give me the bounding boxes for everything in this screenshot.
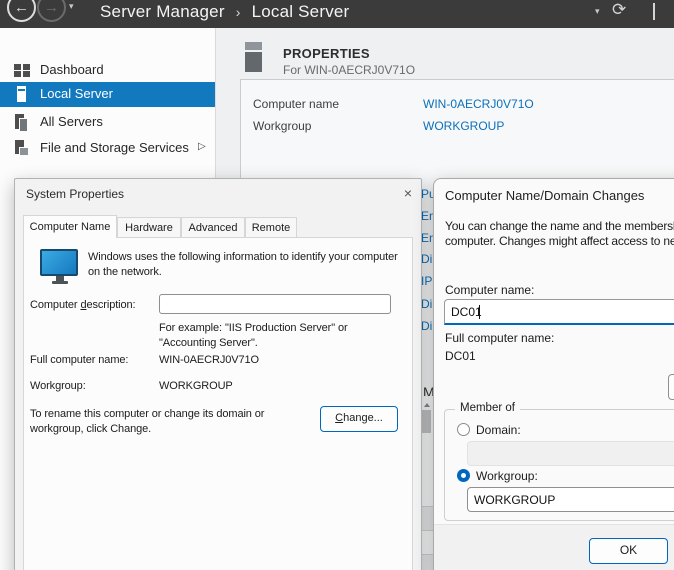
- notifications-flag-icon[interactable]: [653, 3, 655, 20]
- tab-remote[interactable]: Remote: [245, 217, 297, 238]
- dialog-title: Computer Name/Domain Changes: [445, 188, 644, 203]
- computer-name-label: Computer name:: [445, 283, 534, 297]
- properties-heading: PROPERTIES: [283, 46, 370, 61]
- all-servers-icon: [14, 114, 31, 130]
- computer-name-tab-page: Windows uses the following information t…: [23, 237, 413, 570]
- dialog-body-text: computer. Changes might affect access to…: [445, 234, 674, 248]
- workgroup-label: Workgroup:: [476, 469, 538, 483]
- change-button[interactable]: Change...: [320, 406, 398, 432]
- computer-name-link[interactable]: WIN-0AECRJ0V71O: [423, 97, 534, 111]
- property-label: Workgroup: [253, 119, 311, 133]
- page-title: Local Server: [252, 2, 350, 21]
- dashboard-icon: [14, 62, 31, 78]
- clipped-row: [420, 506, 434, 531]
- rename-hint-text: workgroup, click Change.: [30, 423, 151, 435]
- member-of-label: Member of: [455, 402, 520, 414]
- domain-radio[interactable]: [457, 423, 470, 436]
- full-computer-name-value: WIN-0AECRJ0V71O: [159, 354, 259, 366]
- property-label: Computer name: [253, 97, 339, 111]
- clipped-property-value: Di: [421, 297, 432, 311]
- example-text: For example: "IIS Production Server" or: [159, 322, 348, 334]
- intro-text: Windows uses the following information t…: [88, 251, 398, 263]
- computer-description-label: Computer description:: [30, 299, 136, 311]
- sidebar-item-local-server[interactable]: Local Server: [0, 82, 215, 107]
- properties-subheading: For WIN-0AECRJ0V71O: [283, 63, 415, 77]
- clipped-property-value: Di: [421, 252, 432, 266]
- full-computer-name-label: Full computer name:: [30, 354, 128, 366]
- tab-advanced[interactable]: Advanced: [181, 217, 245, 238]
- intro-text: on the network.: [88, 266, 162, 278]
- dialog-title: System Properties: [26, 187, 124, 201]
- text-caret: [479, 305, 480, 319]
- back-icon[interactable]: ←: [7, 0, 36, 22]
- domain-input: [467, 441, 674, 466]
- workgroup-label: Workgroup:: [30, 380, 86, 392]
- clipped-property-value: IP: [421, 274, 432, 288]
- full-computer-name-value: DC01: [445, 349, 476, 363]
- workgroup-value: WORKGROUP: [159, 380, 233, 392]
- file-storage-icon: [14, 140, 31, 156]
- workgroup-input[interactable]: [467, 487, 674, 512]
- monitor-icon: [40, 249, 80, 284]
- nav-history-dropdown-icon[interactable]: ▾: [69, 1, 74, 12]
- tab-computer-name[interactable]: Computer Name: [23, 215, 117, 238]
- refresh-icon[interactable]: ⟳: [612, 0, 626, 20]
- app-title: Server Manager: [100, 2, 225, 21]
- full-computer-name-label: Full computer name:: [445, 331, 554, 345]
- example-text: "Accounting Server".: [159, 337, 258, 349]
- system-properties-dialog: System Properties × Computer Name Hardwa…: [14, 178, 422, 570]
- close-icon[interactable]: ×: [399, 184, 417, 202]
- computer-description-input[interactable]: [159, 294, 391, 314]
- scroll-up-icon[interactable]: [424, 403, 430, 407]
- ok-button[interactable]: OK: [589, 538, 668, 564]
- computer-name-input[interactable]: DC01: [444, 299, 674, 325]
- sidebar-item-all-servers[interactable]: All Servers: [0, 110, 215, 134]
- scrollbar-thumb[interactable]: [422, 410, 431, 433]
- domain-label: Domain:: [476, 423, 521, 437]
- workgroup-radio[interactable]: [457, 469, 470, 482]
- sidebar-item-dashboard[interactable]: Dashboard: [0, 58, 215, 82]
- breadcrumb-separator-icon: ›: [236, 4, 241, 20]
- server-manager-window: ← → ▾ Server Manager › Local Server ▾ ⟳ Da…: [0, 0, 674, 570]
- dialog-footer: OK: [434, 524, 674, 570]
- sidebar-item-file-storage-services[interactable]: File and Storage Services ▷: [0, 136, 215, 160]
- manage-dropdown-icon[interactable]: ▾: [595, 6, 600, 17]
- top-bar: ← → ▾ Server Manager › Local Server ▾ ⟳: [0, 0, 674, 28]
- workgroup-link[interactable]: WORKGROUP: [423, 119, 504, 133]
- server-tower-icon: [245, 42, 262, 72]
- dialog-body-text: You can change the name and the membersh…: [445, 219, 674, 233]
- tab-hardware[interactable]: Hardware: [117, 217, 181, 238]
- member-of-groupbox: Member of Domain: Workgroup:: [444, 409, 674, 521]
- more-button[interactable]: [668, 374, 674, 400]
- clipped-property-value: Di: [421, 319, 432, 333]
- domain-changes-dialog: Computer Name/Domain Changes You can cha…: [433, 178, 674, 570]
- forward-icon: →: [37, 0, 66, 22]
- breadcrumb: Server Manager › Local Server: [100, 2, 349, 22]
- clipped-row: [420, 554, 434, 570]
- expand-arrow-icon[interactable]: ▷: [198, 141, 206, 152]
- local-server-icon: [14, 86, 31, 102]
- rename-hint-text: To rename this computer or change its do…: [30, 408, 264, 420]
